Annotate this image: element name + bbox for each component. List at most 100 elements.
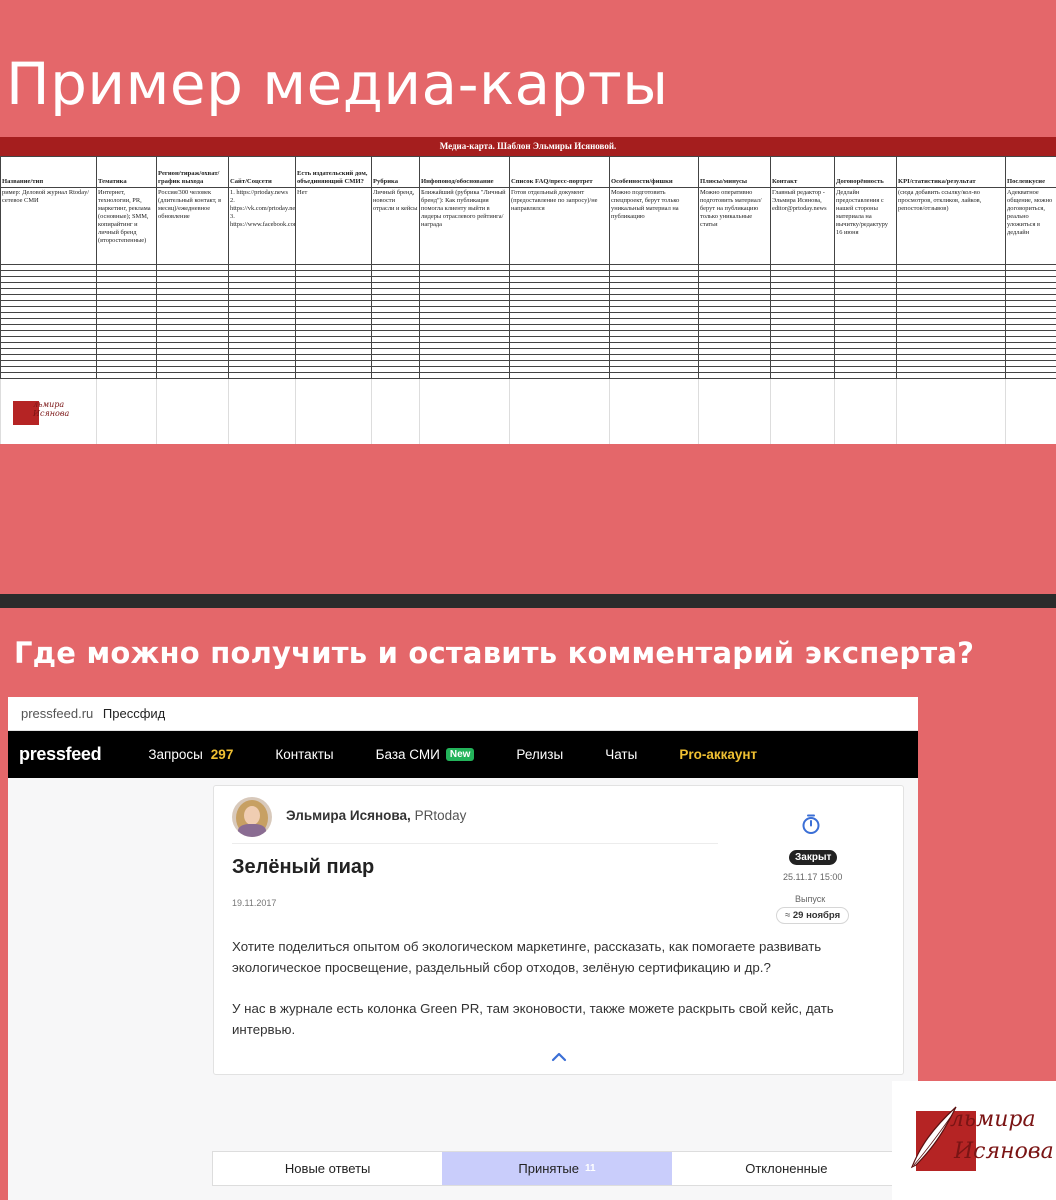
table-cell: Интернет, технологии, PR, маркетинг, рек…	[96, 187, 157, 265]
table-cell	[509, 378, 610, 444]
table-header-row: Название/тип Тематика Регион/тираж/охват…	[0, 156, 1056, 188]
logo-signature-line-1: льмира	[33, 400, 65, 409]
column-header: Особенности/фишки	[609, 156, 699, 188]
stopwatch-icon	[802, 814, 820, 834]
table-cell	[1005, 378, 1056, 444]
deadline-date: 25.11.17 15:00	[783, 872, 843, 882]
media-map-spreadsheet: Медиа-карта. Шаблон Эльмиры Исяновой. На…	[0, 137, 1056, 444]
nav-media-base-label: База СМИ	[375, 747, 440, 762]
column-header: KPI/статистика/результат	[896, 156, 1006, 188]
author-divider	[232, 843, 718, 844]
table-cell: Готов отдельный документ (предоставление…	[509, 187, 610, 265]
nav-chats[interactable]: Чаты	[605, 747, 637, 762]
request-card: Эльмира Исянова, PRtoday Зелёный пиар 19…	[213, 785, 904, 1075]
table-row-logo: льмира Исянова	[0, 378, 1056, 444]
nav-contacts[interactable]: Контакты	[275, 747, 333, 762]
table-cell: Россия/300 человек (длительный контакт, …	[156, 187, 229, 265]
table-cell: Можно оперативно подготовить материал/бе…	[698, 187, 771, 265]
author-avatar[interactable]	[232, 797, 272, 837]
column-header: Сайт/Соцсети	[228, 156, 296, 188]
table-cell: Можно подготовить спецпроект, берут толь…	[609, 187, 699, 265]
table-cell: Нет	[295, 187, 372, 265]
table-cell: Ближайший (рубрика "Личный бренд"): Как …	[419, 187, 510, 265]
tab-new-answers[interactable]: Новые ответы	[213, 1152, 442, 1185]
request-paragraph: Хотите поделиться опытом об экологическо…	[232, 939, 822, 975]
media-map-table: Название/тип Тематика Регион/тираж/охват…	[0, 156, 1056, 444]
pressfeed-screenshot: pressfeed.ru Прессфид pressfeed Запросы …	[8, 697, 918, 1200]
issue-date-pill: ≈ 29 ноября	[776, 907, 850, 924]
spreadsheet-title: Медиа-карта. Шаблон Эльмиры Исяновой.	[0, 137, 1056, 156]
column-header: Инфоповод/обоснование	[419, 156, 510, 188]
tab-rejected[interactable]: Отклоненные	[672, 1152, 901, 1185]
table-cell	[295, 378, 372, 444]
nav-requests[interactable]: Запросы 297	[148, 747, 233, 762]
column-header: Послевкусие	[1005, 156, 1056, 188]
table-cell	[770, 378, 835, 444]
spreadsheet-logo: льмира Исянова	[7, 393, 73, 433]
column-header: Контакт	[770, 156, 835, 188]
request-title: Зелёный пиар	[232, 856, 375, 878]
chevron-up-icon[interactable]	[551, 1052, 567, 1062]
logo-signature-line-1: льмира	[950, 1107, 1036, 1132]
table-cell: Личный бренд, новости отрасли и кейсы	[371, 187, 420, 265]
slide-title: Пример медиа-карты	[6, 50, 669, 118]
table-cell: льмира Исянова	[0, 378, 97, 444]
browser-address-bar[interactable]: pressfeed.ru Прессфид	[8, 697, 918, 731]
table-cell	[156, 378, 229, 444]
column-header: Договорённость	[834, 156, 897, 188]
table-cell	[609, 378, 699, 444]
table-cell	[96, 378, 157, 444]
request-body: Хотите поделиться опытом об экологическо…	[232, 936, 872, 1060]
issue-label: Выпуск	[795, 894, 826, 904]
slide-subtitle: Где можно получить и оставить комментари…	[14, 636, 975, 670]
issue-date: 29 ноября	[792, 910, 841, 921]
table-row-example: ример: Деловой журнал Rtoday/сетевое СМИ…	[0, 187, 1056, 265]
tab-accepted-label: Принятые	[518, 1161, 579, 1176]
table-cell: Главный редактор - Эльмира Исянова, edit…	[770, 187, 835, 265]
logo-signature: льмира Исянова	[33, 400, 70, 419]
status-badge: Закрыт	[789, 850, 838, 865]
column-header: Рубрика	[371, 156, 420, 188]
slide-divider	[0, 594, 1056, 608]
accepted-count: 11	[585, 1163, 596, 1174]
author-name[interactable]: Эльмира Исянова,	[286, 808, 411, 823]
top-navigation: pressfeed Запросы 297 Контакты База СМИ …	[8, 731, 918, 778]
table-cell: Адекватное общение, можно договориться, …	[1005, 187, 1056, 265]
table-cell: (сюда добавить ссылку/кол-во просмотров,…	[896, 187, 1006, 265]
tab-accepted[interactable]: Принятые 11	[442, 1152, 672, 1185]
table-cell	[834, 378, 897, 444]
logo-signature-line-2: Исянова	[33, 408, 70, 418]
media-map-slide: Пример медиа-карты Медиа-карта. Шаблон Э…	[0, 0, 1056, 594]
table-cell	[371, 378, 420, 444]
issue-approx-sign: ≈	[785, 910, 791, 921]
author-line: Эльмира Исянова, PRtoday	[286, 808, 466, 823]
column-header: Название/тип	[0, 156, 97, 188]
nav-media-base[interactable]: База СМИ New	[376, 747, 475, 762]
answers-tabs: Новые ответы Принятые 11 Отклоненные	[212, 1151, 902, 1186]
table-cell	[698, 378, 771, 444]
table-cell: ример: Деловой журнал Rtoday/сетевое СМИ	[0, 187, 97, 265]
author-outlet[interactable]: PRtoday	[415, 808, 467, 823]
table-cell: Дедлайн предоставления с нашей стороны м…	[834, 187, 897, 265]
table-cell: 1. https://prtoday.news 2. https://vk.co…	[228, 187, 296, 265]
pressfeed-logo[interactable]: pressfeed	[19, 744, 102, 765]
site-name: Прессфид	[102, 706, 166, 721]
table-cell	[419, 378, 510, 444]
table-cell	[896, 378, 1006, 444]
column-header: Плюсы/минусы	[698, 156, 771, 188]
column-header: Регион/тираж/охват/график выхода	[156, 156, 229, 188]
requests-count: 297	[210, 747, 234, 762]
column-header: Тематика	[96, 156, 157, 188]
url-text: pressfeed.ru	[21, 706, 94, 721]
new-badge: New	[445, 748, 475, 761]
nav-pro-account[interactable]: Pro-аккаунт	[679, 747, 757, 762]
column-header: Есть издательский дом, объединяющий СМИ?	[295, 156, 372, 188]
author-brand-logo: льмира Исянова	[892, 1081, 1056, 1200]
request-date: 19.11.2017	[232, 898, 277, 908]
logo-signature-line-2: Исянова	[954, 1139, 1054, 1164]
table-cell	[228, 378, 296, 444]
column-header: Список FAQ/пресс-портрет	[509, 156, 610, 188]
request-paragraph: У нас в журнале есть колонка Green PR, т…	[232, 1001, 834, 1037]
nav-requests-label: Запросы	[148, 747, 203, 762]
nav-releases[interactable]: Релизы	[516, 747, 563, 762]
